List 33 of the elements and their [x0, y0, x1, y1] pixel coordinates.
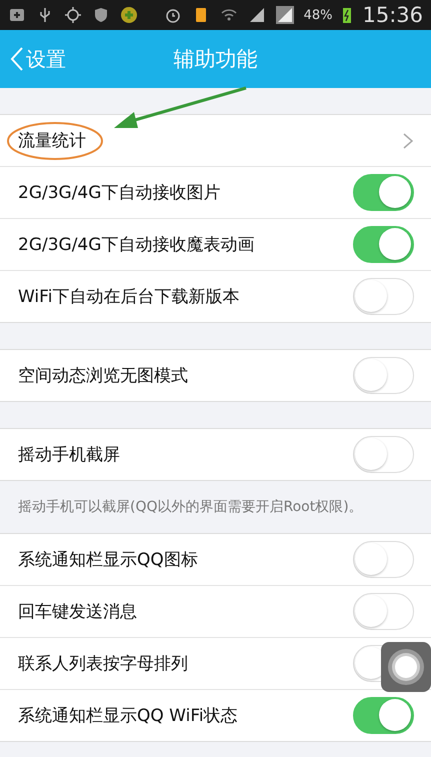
clock: 15:36 — [362, 3, 423, 27]
setting-label: 回车键发送消息 — [18, 601, 138, 623]
setting-label: 摇动手机截屏 — [18, 444, 121, 466]
battery-percentage: 48% — [304, 8, 332, 22]
toggle-switch[interactable] — [353, 278, 414, 315]
setting-label: WiFi下自动在后台下载新版本 — [18, 286, 240, 308]
setting-label: 2G/3G/4G下自动接收魔表动画 — [18, 234, 256, 256]
back-chevron-icon — [10, 46, 24, 72]
setting-label: 系统通知栏显示QQ图标 — [18, 549, 199, 571]
toggle-switch[interactable] — [353, 697, 414, 734]
floating-touch-overlay[interactable] — [381, 642, 431, 692]
notification-icon — [8, 6, 26, 24]
setting-label: 流量统计 — [18, 129, 402, 152]
shield-icon — [92, 6, 110, 24]
toggle-switch[interactable] — [353, 174, 414, 211]
chevron-icon — [402, 132, 414, 150]
setting-label: 2G/3G/4G下自动接收图片 — [18, 182, 222, 204]
toggle-switch[interactable] — [353, 226, 414, 263]
signal-icon — [276, 6, 294, 24]
page-title: 辅助功能 — [174, 46, 258, 73]
setting-label: 系统通知栏显示QQ WiFi状态 — [18, 705, 239, 727]
gps-icon — [64, 6, 82, 24]
toggle-switch[interactable] — [353, 357, 414, 394]
setting-label: 联系人列表按字母排列 — [18, 653, 189, 675]
toggle-switch[interactable] — [353, 593, 414, 630]
app-icon — [120, 6, 138, 24]
battery-icon — [342, 6, 352, 24]
signal-icon — [248, 6, 266, 24]
back-button[interactable]: 设置 — [0, 46, 76, 72]
setting-note: 摇动手机可以截屏(QQ以外的界面需要开启Root权限)。 — [17, 498, 364, 517]
toggle-switch[interactable] — [353, 436, 414, 473]
toggle-switch[interactable] — [353, 541, 414, 578]
setting-label: 空间动态浏览无图模式 — [18, 365, 189, 387]
